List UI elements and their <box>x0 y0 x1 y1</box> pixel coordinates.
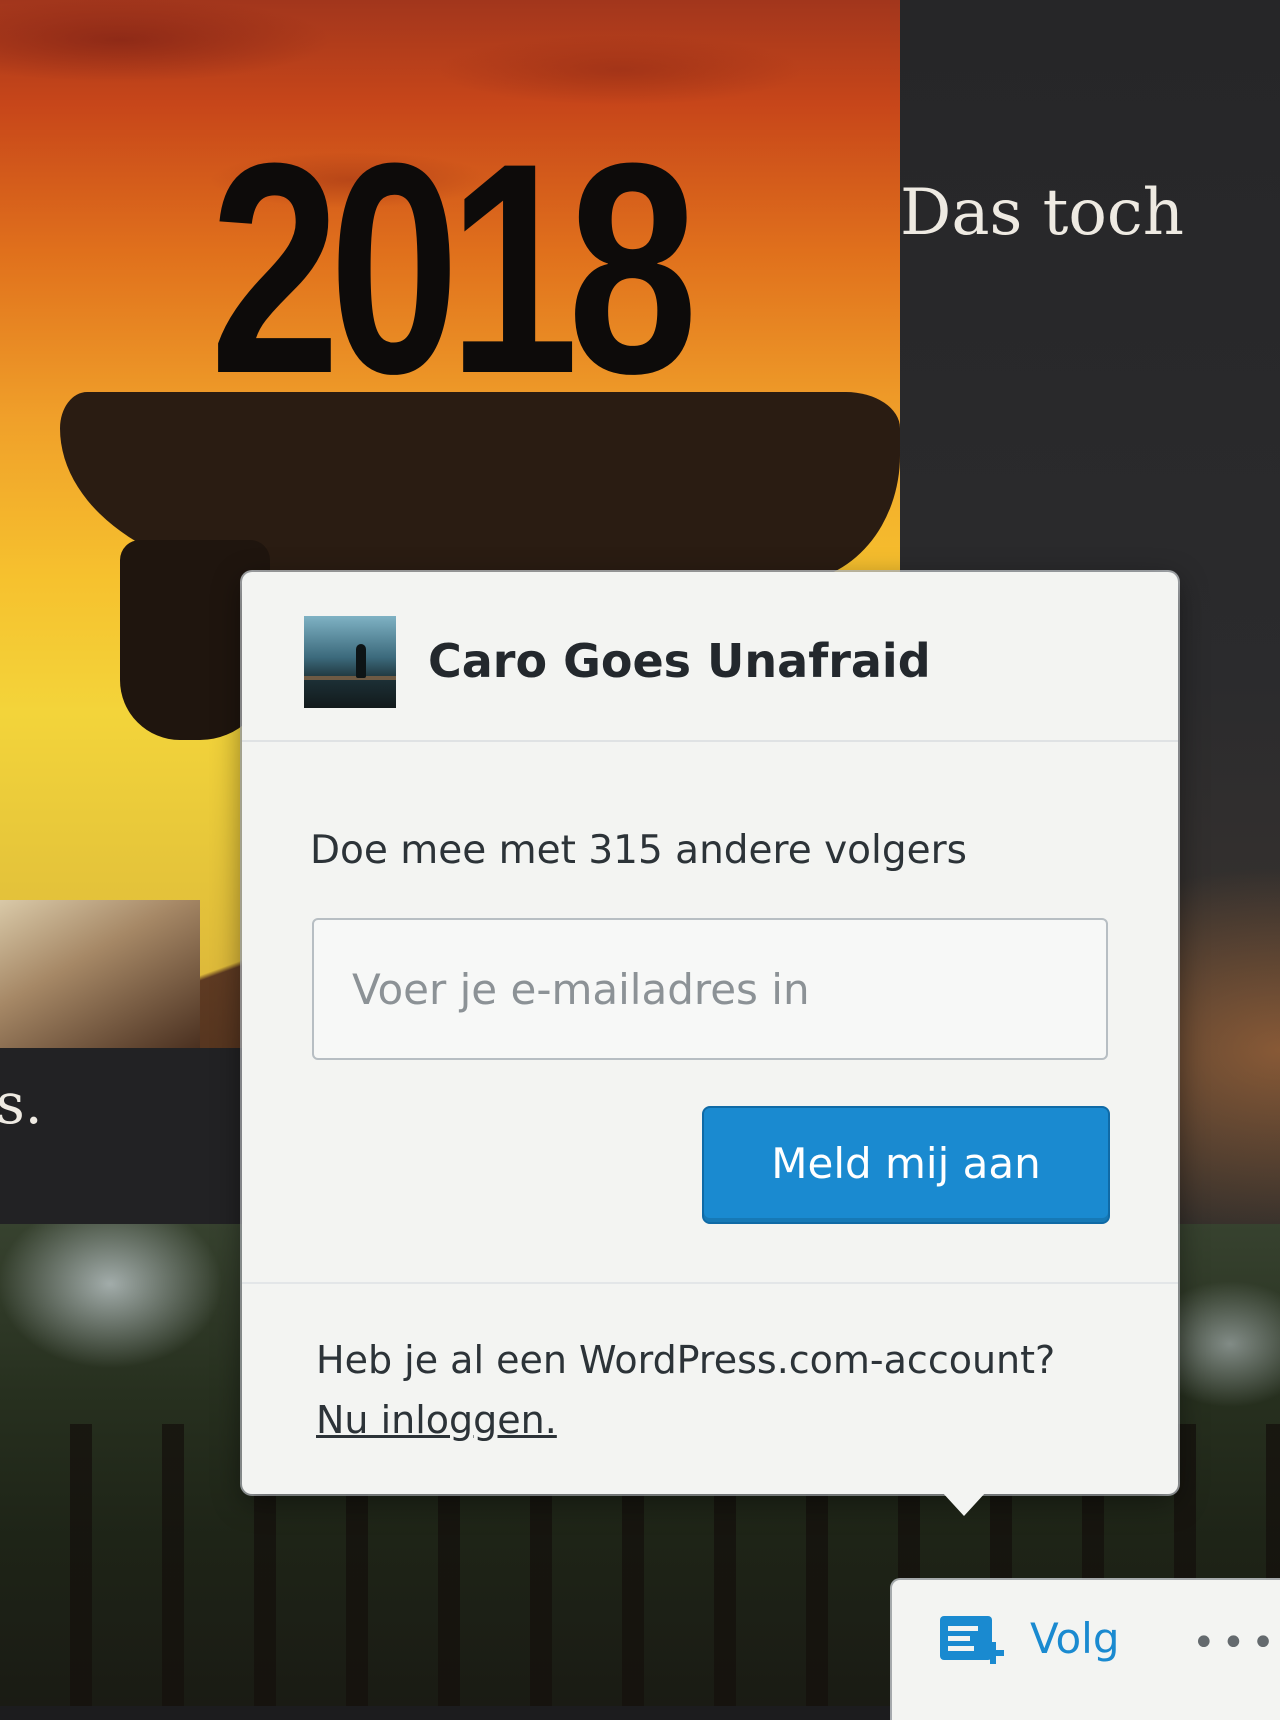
post-text-fragment: s. <box>0 1072 43 1137</box>
site-title: Caro Goes Unafraid <box>428 634 931 688</box>
post-text: Das toch <box>900 176 1184 250</box>
follow-button-label[interactable]: Volg <box>1030 1614 1120 1663</box>
login-prompt: Heb je al een WordPress.com-account? Nu … <box>316 1330 1116 1450</box>
reader-follow-icon[interactable] <box>938 1614 1006 1674</box>
login-prompt-text: Heb je al een WordPress.com-account? <box>316 1338 1056 1382</box>
followers-count-text: Doe mee met 315 andere volgers <box>310 828 967 873</box>
email-input[interactable] <box>312 918 1108 1060</box>
subscribe-button[interactable]: Meld mij aan <box>702 1106 1110 1224</box>
avatar-figure <box>356 644 366 678</box>
avatar-rail <box>304 676 396 680</box>
follow-popup: Caro Goes Unafraid Doe mee met 315 ander… <box>242 572 1178 1494</box>
popup-footer: Heb je al een WordPress.com-account? Nu … <box>242 1282 1178 1496</box>
snowy-peak <box>0 900 200 1048</box>
popup-header: Caro Goes Unafraid <box>242 572 1178 742</box>
popup-arrow <box>942 1492 986 1516</box>
login-link[interactable]: Nu inloggen. <box>316 1398 557 1442</box>
site-avatar <box>304 616 396 708</box>
hero-year-text: 2018 <box>210 100 698 436</box>
follow-bar: Volg ••• <box>892 1580 1280 1720</box>
ellipsis-icon[interactable]: ••• <box>1192 1620 1280 1666</box>
